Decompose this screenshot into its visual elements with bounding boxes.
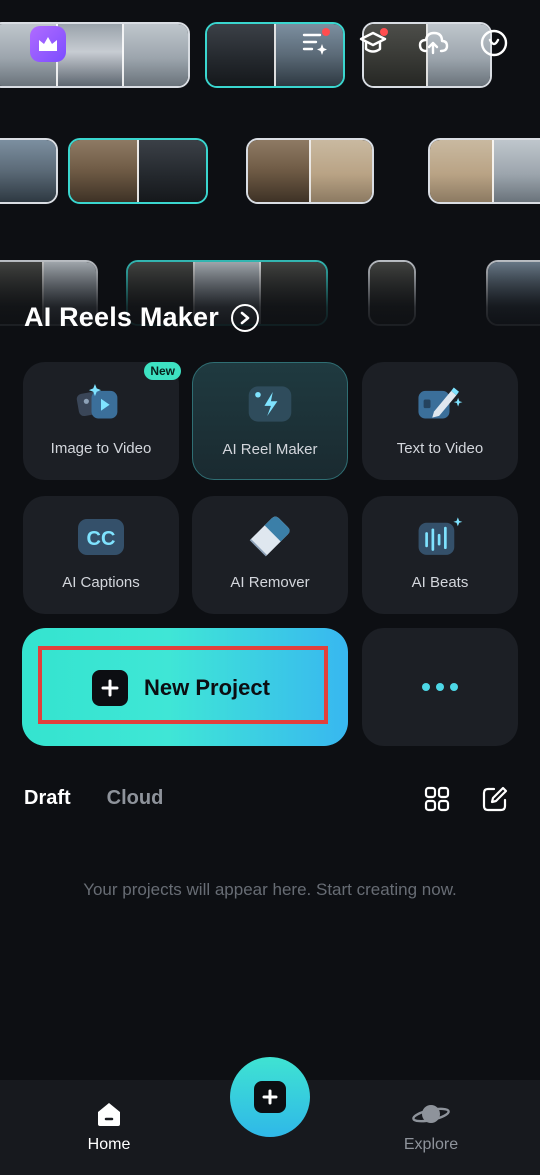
eraser-icon: [245, 514, 295, 560]
tool-text-to-video[interactable]: Text to Video: [362, 362, 518, 480]
planet-icon: [412, 1105, 450, 1123]
music-beats-icon: [415, 514, 465, 560]
new-project-button[interactable]: New Project: [22, 628, 348, 746]
captions-icon: CC: [76, 514, 126, 560]
crown-icon[interactable]: [30, 26, 66, 62]
banner-clip: [428, 138, 540, 204]
banner-clip: [246, 138, 374, 204]
tool-ai-beats[interactable]: AI Beats: [362, 496, 518, 614]
graduation-cap-icon[interactable]: [354, 24, 392, 62]
reels-banner[interactable]: [0, 0, 540, 345]
tool-label: AI Reel Maker: [222, 441, 318, 458]
new-badge: New: [144, 362, 181, 380]
more-tools-button[interactable]: [362, 628, 518, 746]
tool-label: AI Remover: [230, 574, 310, 591]
tab-cloud[interactable]: Cloud: [107, 787, 164, 810]
banner-clip: [68, 138, 208, 204]
lightning-icon: [245, 381, 295, 427]
plus-icon: [92, 670, 128, 706]
plus-icon: [254, 1081, 286, 1113]
nav-home[interactable]: Home: [59, 1100, 159, 1154]
tool-image-to-video[interactable]: New Image to Video: [23, 362, 181, 480]
nav-home-label: Home: [87, 1136, 131, 1153]
empty-projects-message: Your projects will appear here. Start cr…: [83, 880, 457, 899]
tool-ai-reel-maker[interactable]: AI Reel Maker: [192, 362, 348, 480]
nav-explore[interactable]: Explore: [381, 1100, 481, 1154]
tool-label: AI Captions: [62, 574, 140, 591]
tool-label: AI Beats: [411, 574, 469, 591]
tool-ai-captions[interactable]: CC AI Captions: [23, 496, 179, 614]
banner-clip: [0, 138, 58, 204]
create-fab-button[interactable]: [230, 1057, 310, 1137]
more-icon: [422, 683, 430, 691]
cloud-icon[interactable]: [414, 24, 452, 62]
cc-text: CC: [87, 528, 116, 550]
ai-sparkle-list-icon[interactable]: [296, 24, 334, 62]
tool-label: Image to Video: [50, 440, 152, 457]
image-video-icon: [76, 380, 126, 426]
tool-ai-remover[interactable]: AI Remover: [192, 496, 348, 614]
pencil-video-icon: [415, 380, 465, 426]
nav-explore-label: Explore: [403, 1136, 459, 1153]
new-project-label: New Project: [144, 675, 270, 700]
section-title: AI Reels Maker: [24, 302, 219, 332]
project-tabs: Draft Cloud: [24, 787, 163, 810]
banner-clip: [0, 22, 190, 88]
tool-label: Text to Video: [396, 440, 484, 457]
chevron-right-icon: [230, 303, 259, 332]
profile-icon[interactable]: [475, 24, 513, 62]
ai-reels-maker-link[interactable]: AI Reels Maker: [24, 302, 259, 333]
tab-draft[interactable]: Draft: [24, 787, 71, 810]
grid-view-icon[interactable]: [424, 786, 450, 817]
home-icon: [98, 1103, 120, 1126]
edit-icon[interactable]: [481, 785, 509, 818]
